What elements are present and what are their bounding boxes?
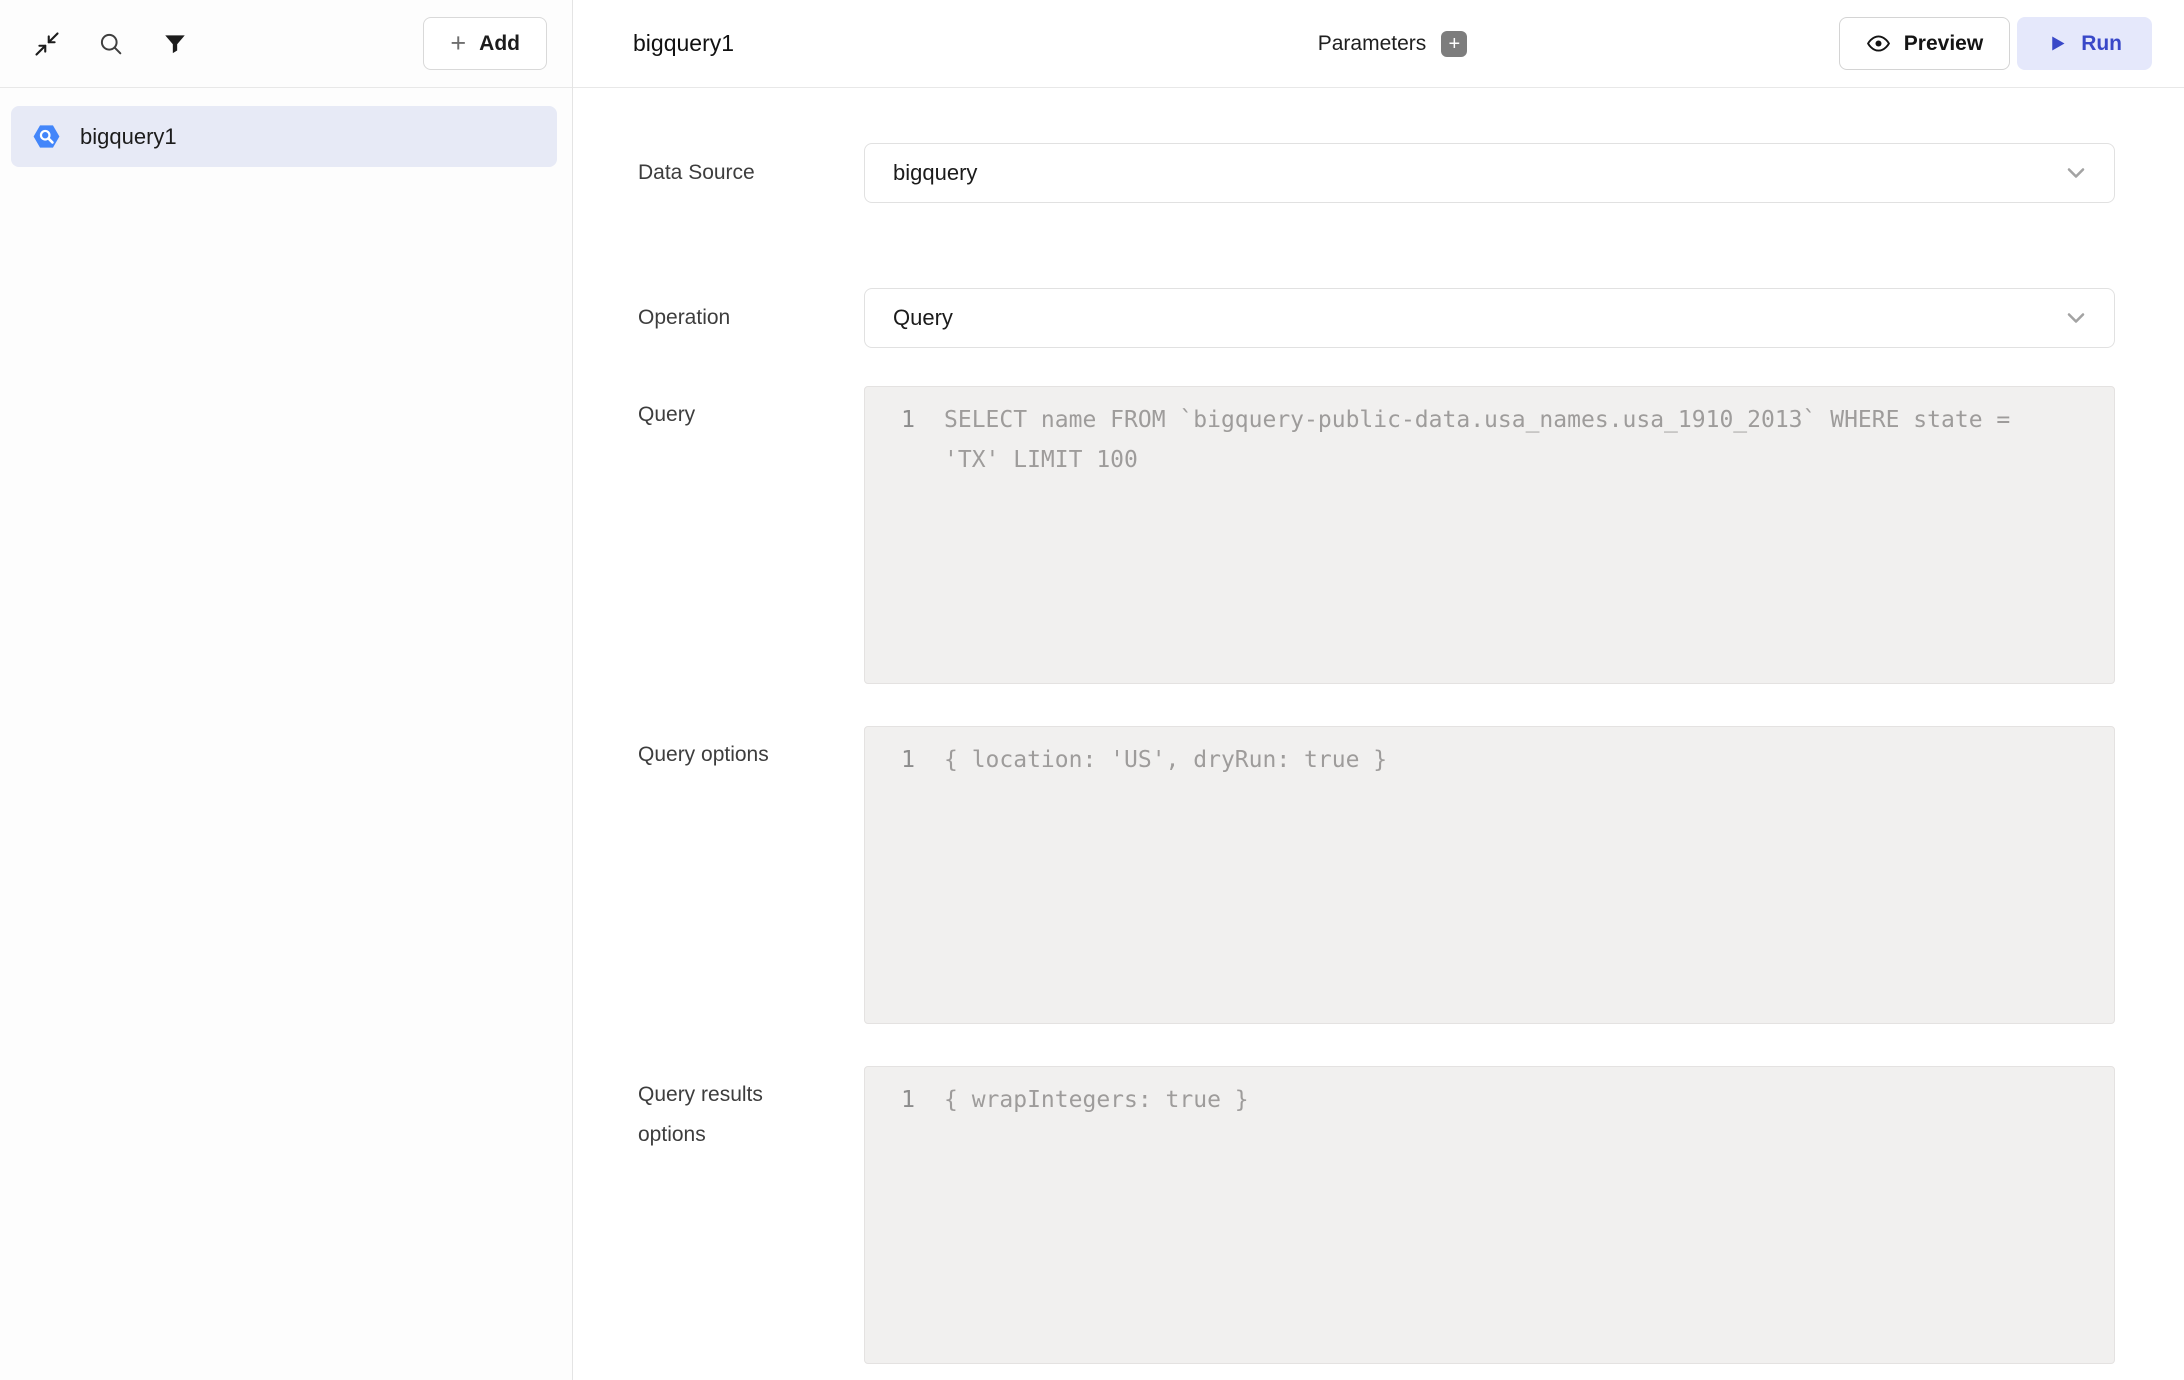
form-row-data-source: Data Source bigquery	[573, 143, 2184, 203]
page-title: bigquery1	[633, 30, 734, 57]
query-options-placeholder: { location: 'US', dryRun: true }	[944, 740, 2054, 780]
line-number: 1	[865, 400, 915, 440]
query-options-label: Query options	[573, 726, 864, 1024]
data-source-value: bigquery	[893, 160, 977, 186]
form-row-query: Query 1 SELECT name FROM `bigquery-publi…	[573, 386, 2184, 684]
chevron-down-icon	[2062, 304, 2090, 332]
play-icon	[2047, 33, 2068, 54]
main-panel: bigquery1 Parameters + Preview	[573, 0, 2184, 1380]
query-options-code-editor[interactable]: 1 { location: 'US', dryRun: true }	[864, 726, 2115, 1024]
query-code-editor[interactable]: 1 SELECT name FROM `bigquery-public-data…	[864, 386, 2115, 684]
preview-button-label: Preview	[1904, 32, 1983, 56]
operation-select[interactable]: Query	[864, 288, 2115, 348]
query-results-options-placeholder: { wrapIntegers: true }	[944, 1080, 2054, 1120]
add-button[interactable]: + Add	[423, 17, 547, 70]
form-row-query-options: Query options 1 { location: 'US', dryRun…	[573, 726, 2184, 1024]
data-source-label: Data Source	[573, 143, 864, 203]
eye-icon	[1866, 31, 1891, 56]
data-source-select[interactable]: bigquery	[864, 143, 2115, 203]
query-results-options-label: Query results options	[573, 1066, 864, 1364]
query-results-options-code-editor[interactable]: 1 { wrapIntegers: true }	[864, 1066, 2115, 1364]
run-button-label: Run	[2081, 32, 2122, 56]
line-number: 1	[865, 740, 915, 780]
parameters-label: Parameters	[1318, 32, 1427, 56]
form-row-operation: Operation Query	[573, 288, 2184, 348]
preview-button[interactable]: Preview	[1839, 17, 2010, 70]
query-label: Query	[573, 386, 864, 684]
search-icon[interactable]	[96, 29, 126, 59]
operation-label: Operation	[573, 288, 864, 348]
plus-icon: +	[450, 30, 466, 57]
form-row-query-results-options: Query results options 1 { wrapIntegers: …	[573, 1066, 2184, 1364]
add-parameter-button[interactable]: +	[1441, 31, 1467, 57]
chevron-down-icon	[2062, 159, 2090, 187]
query-placeholder: SELECT name FROM `bigquery-public-data.u…	[944, 400, 2054, 480]
query-form: Data Source bigquery	[573, 88, 2184, 1380]
run-button[interactable]: Run	[2017, 17, 2152, 70]
collapse-icon[interactable]	[32, 29, 62, 59]
main-header: bigquery1 Parameters + Preview	[573, 0, 2184, 88]
query-list: bigquery1	[0, 88, 572, 167]
line-number: 1	[865, 1080, 915, 1120]
bigquery-icon	[31, 121, 62, 152]
operation-value: Query	[893, 305, 953, 331]
app-window: + Add bigquery1 bigquery1	[0, 0, 2184, 1380]
sidebar: + Add bigquery1	[0, 0, 573, 1380]
filter-icon[interactable]	[160, 29, 190, 59]
add-button-label: Add	[479, 32, 520, 56]
list-item-bigquery1[interactable]: bigquery1	[11, 106, 557, 167]
sidebar-toolbar: + Add	[0, 0, 572, 88]
list-item-label: bigquery1	[80, 124, 177, 150]
